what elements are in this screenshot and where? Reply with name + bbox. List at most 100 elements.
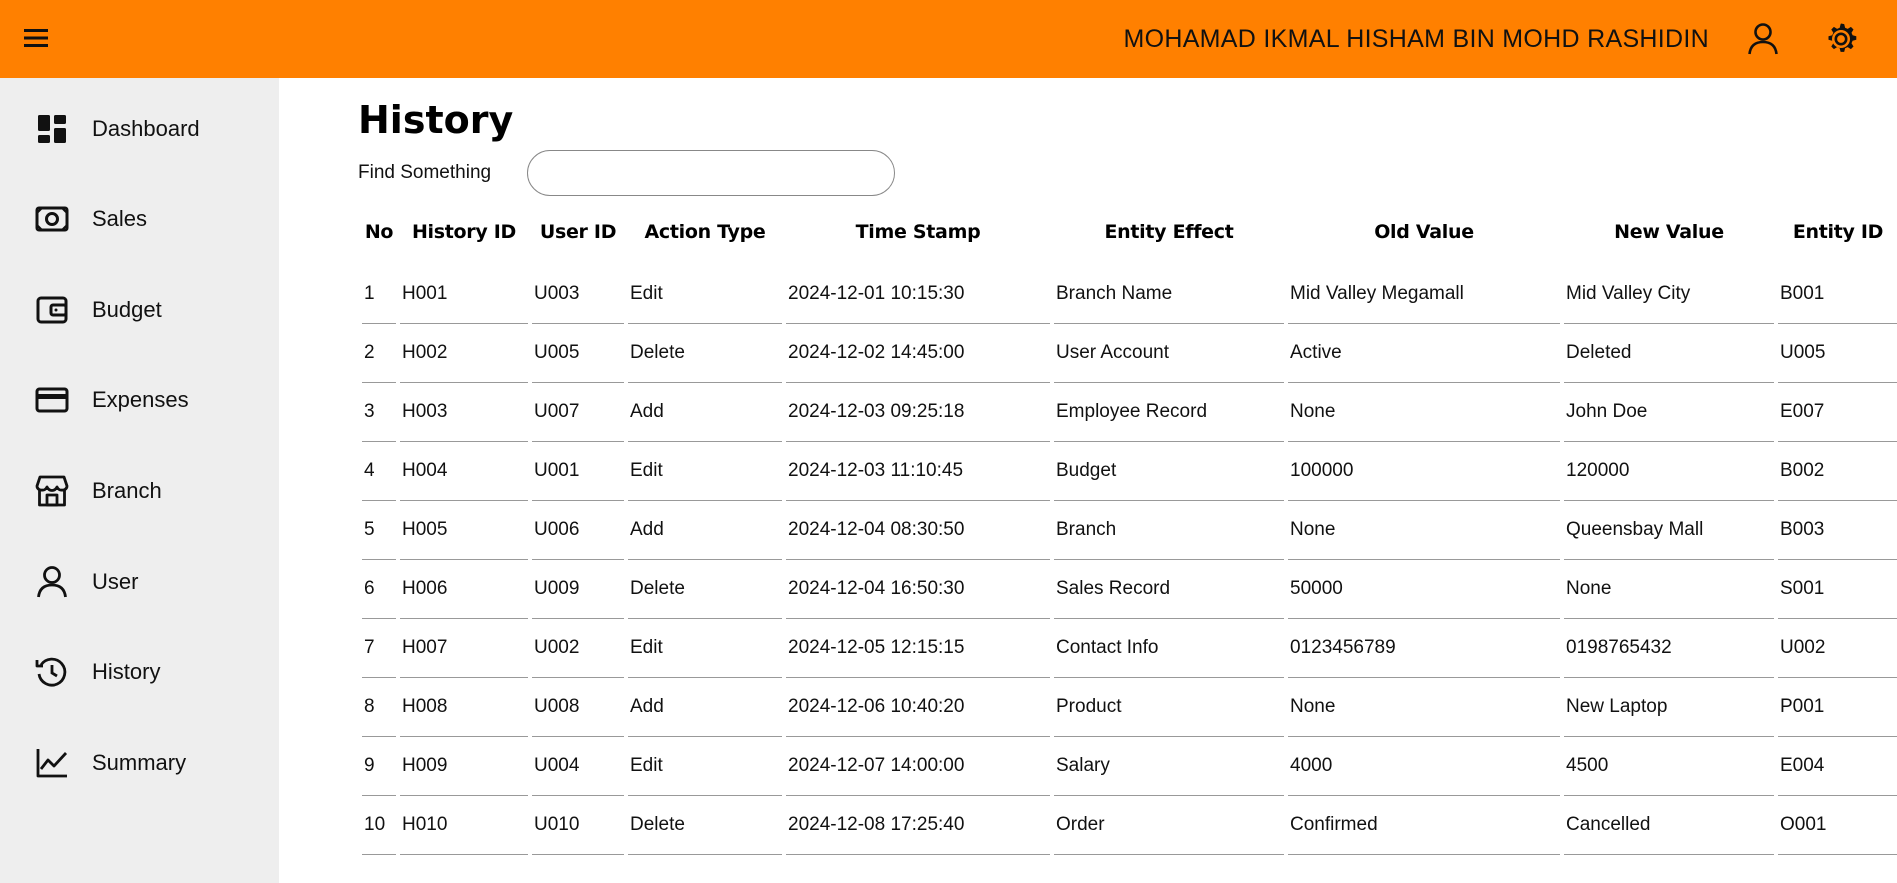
hamburger-icon[interactable]	[20, 22, 52, 54]
table-cell: 7	[362, 619, 396, 678]
table-cell: 0123456789	[1288, 619, 1560, 678]
table-cell: P001	[1778, 678, 1897, 737]
table-cell: Branch	[1054, 501, 1284, 560]
table-cell: Delete	[628, 796, 782, 855]
table-row[interactable]: 4 H004 U001 Edit 2024-12-03 11:10:45 Budget 10…	[362, 442, 1897, 501]
table-cell: H001	[400, 258, 528, 324]
table-cell: 3	[362, 383, 396, 442]
sidebar-item-expenses[interactable]: Expenses	[0, 370, 279, 430]
table-cell: None	[1564, 560, 1774, 619]
table-cell: Employee Record	[1054, 383, 1284, 442]
column-header[interactable]: Time Stamp	[786, 206, 1050, 258]
table-cell: H010	[400, 796, 528, 855]
table-cell: U010	[532, 796, 624, 855]
sidebar-item-label: User	[92, 569, 139, 594]
sidebar-item-user[interactable]: User	[0, 552, 279, 612]
table-cell: Add	[628, 678, 782, 737]
credit-card-icon	[34, 382, 70, 418]
table-cell: New Laptop	[1564, 678, 1774, 737]
table-row[interactable]: 6 H006 U009 Delete 2024-12-04 16:50:30 Sales …	[362, 560, 1897, 619]
table-cell: Contact Info	[1054, 619, 1284, 678]
table-row[interactable]: 5 H005 U006 Add 2024-12-04 08:30:50 Branch Non…	[362, 501, 1897, 560]
column-header[interactable]: Action Type	[628, 206, 782, 258]
table-cell: Order	[1054, 796, 1284, 855]
table-row[interactable]: 9 H009 U004 Edit 2024-12-07 14:00:00 Salary 40…	[362, 737, 1897, 796]
sidebar: Dashboard Sales Budget Expenses Branch U…	[0, 78, 279, 883]
sidebar-item-sales[interactable]: Sales	[0, 189, 279, 249]
table-cell: Salary	[1054, 737, 1284, 796]
sidebar-item-summary[interactable]: Summary	[0, 733, 279, 793]
table-cell: U007	[532, 383, 624, 442]
table-cell: Sales Record	[1054, 560, 1284, 619]
table-cell: 5	[362, 501, 396, 560]
table-row[interactable]: 7 H007 U002 Edit 2024-12-05 12:15:15 Contact …	[362, 619, 1897, 678]
search-label: Find Something	[358, 162, 492, 183]
sidebar-item-branch[interactable]: Branch	[0, 461, 279, 521]
table-cell: Mid Valley City	[1564, 258, 1774, 324]
table-cell: B001	[1778, 258, 1897, 324]
table-cell: 50000	[1288, 560, 1560, 619]
table-cell: Branch Name	[1054, 258, 1284, 324]
table-cell: Product	[1054, 678, 1284, 737]
table-cell: 9	[362, 737, 396, 796]
table-cell: Confirmed	[1288, 796, 1560, 855]
table-cell: 120000	[1564, 442, 1774, 501]
sidebar-item-label: Sales	[92, 206, 148, 231]
column-header[interactable]: Entity ID	[1778, 206, 1897, 258]
table-row[interactable]: 3 H003 U007 Add 2024-12-03 09:25:18 Employee …	[362, 383, 1897, 442]
table-cell: 6	[362, 560, 396, 619]
table-cell: H007	[400, 619, 528, 678]
table-cell: E004	[1778, 737, 1897, 796]
wallet-icon	[34, 292, 70, 328]
table-cell: H009	[400, 737, 528, 796]
sidebar-item-dashboard[interactable]: Dashboard	[0, 99, 279, 159]
table-cell: Delete	[628, 560, 782, 619]
top-bar: MOHAMAD IKMAL HISHAM BIN MOHD RASHIDIN	[0, 0, 1897, 78]
sidebar-item-budget[interactable]: Budget	[0, 280, 279, 340]
table-row[interactable]: 1 H001 U003 Edit 2024-12-01 10:15:30 Branch N…	[362, 258, 1897, 324]
table-cell: 10	[362, 796, 396, 855]
sidebar-item-label: Dashboard	[92, 116, 200, 141]
table-cell: None	[1288, 501, 1560, 560]
table-cell: 2024-12-02 14:45:00	[786, 324, 1050, 383]
table-body: 1 H001 U003 Edit 2024-12-01 10:15:30 Branch N…	[362, 258, 1897, 855]
table-cell: 100000	[1288, 442, 1560, 501]
table-cell: 2	[362, 324, 396, 383]
column-header[interactable]: User ID	[532, 206, 624, 258]
table-cell: Active	[1288, 324, 1560, 383]
column-header[interactable]: New Value	[1564, 206, 1774, 258]
table-row[interactable]: 10 H010 U010 Delete 2024-12-08 17:25:40 Order…	[362, 796, 1897, 855]
column-header[interactable]: No	[362, 206, 396, 258]
table-cell: O001	[1778, 796, 1897, 855]
table-cell: H002	[400, 324, 528, 383]
table-cell: 2024-12-04 08:30:50	[786, 501, 1050, 560]
table-cell: H005	[400, 501, 528, 560]
history-table: No History ID User ID Action Type Time S…	[358, 206, 1897, 855]
user-name: MOHAMAD IKMAL HISHAM BIN MOHD RASHIDIN	[1123, 25, 1709, 53]
table-row[interactable]: 8 H008 U008 Add 2024-12-06 10:40:20 Product No…	[362, 678, 1897, 737]
store-icon	[34, 473, 70, 509]
table-cell: 2024-12-07 14:00:00	[786, 737, 1050, 796]
table-cell: 2024-12-06 10:40:20	[786, 678, 1050, 737]
sidebar-item-history[interactable]: History	[0, 642, 279, 702]
gear-icon[interactable]	[1822, 20, 1860, 58]
table-cell: 2024-12-01 10:15:30	[786, 258, 1050, 324]
user-icon[interactable]	[1744, 20, 1782, 58]
column-header[interactable]: Entity Effect	[1054, 206, 1284, 258]
table-cell: B002	[1778, 442, 1897, 501]
table-cell: H008	[400, 678, 528, 737]
table-cell: S001	[1778, 560, 1897, 619]
column-header[interactable]: Old Value	[1288, 206, 1560, 258]
table-cell: Edit	[628, 258, 782, 324]
table-cell: Queensbay Mall	[1564, 501, 1774, 560]
column-header[interactable]: History ID	[400, 206, 528, 258]
user-icon	[34, 564, 70, 600]
table-cell: None	[1288, 383, 1560, 442]
table-cell: 4500	[1564, 737, 1774, 796]
table-cell: Delete	[628, 324, 782, 383]
table-cell: U005	[532, 324, 624, 383]
sidebar-item-label: Branch	[92, 478, 162, 503]
search-input[interactable]	[527, 150, 895, 196]
table-row[interactable]: 2 H002 U005 Delete 2024-12-02 14:45:00 User A…	[362, 324, 1897, 383]
table-cell: U001	[532, 442, 624, 501]
